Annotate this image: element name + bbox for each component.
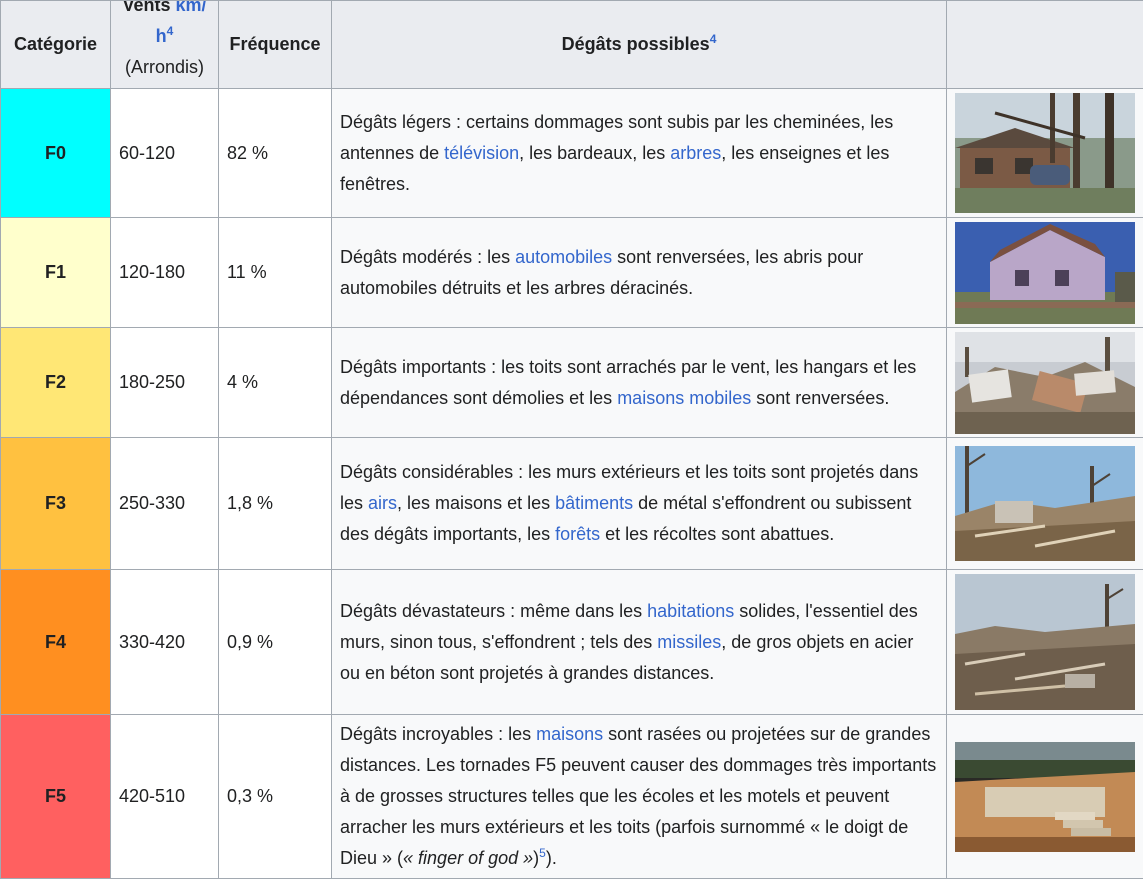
table-row: F4 330-420 0,9 % Dégâts dévastateurs : m… [0, 569, 1143, 715]
damage-photo-f0[interactable] [955, 93, 1135, 213]
frequency-cell: 4 % [218, 327, 332, 438]
image-cell [946, 88, 1143, 218]
link-airs[interactable]: airs [368, 493, 397, 513]
desc-text: Dégâts dévastateurs : même dans les [340, 600, 648, 621]
image-cell [946, 217, 1143, 328]
table-row: F5 420-510 0,3 % Dégâts incroyables : le… [0, 714, 1143, 879]
link-forets[interactable]: forêts [555, 524, 600, 544]
damage-photo-f5[interactable] [955, 741, 1135, 852]
category-cell-f1: F1 [0, 217, 111, 328]
link-habitations[interactable]: habitations [647, 601, 734, 621]
damage-description: Dégâts importants : les toits sont arrac… [331, 327, 947, 438]
category-cell-f2: F2 [0, 327, 111, 438]
link-automobiles[interactable]: automobiles [515, 247, 612, 267]
winds-note-ref[interactable]: 4 [167, 24, 174, 38]
image-cell [946, 327, 1143, 438]
header-damage[interactable]: Dégâts possibles4 [331, 0, 947, 89]
image-cell [946, 714, 1143, 879]
fujita-scale-table: Catégorie Vents km/ h4 (Arrondis) Fréque… [0, 0, 1143, 879]
damage-description: Dégâts dévastateurs : même dans les habi… [331, 569, 947, 715]
desc-text: , les maisons et les [397, 493, 556, 513]
image-cell [946, 569, 1143, 715]
header-image [946, 0, 1143, 89]
category-cell-f0: F0 [0, 88, 111, 218]
winds-rounded-label: (Arrondis) [124, 57, 204, 77]
damage-description: Dégâts incroyables : les maisons sont ra… [331, 714, 947, 879]
link-batiments[interactable]: bâtiments [555, 493, 633, 513]
desc-text: sont rasées ou projetées sur de grandes … [340, 724, 937, 868]
damage-note-ref[interactable]: 4 [710, 32, 717, 46]
link-maisons[interactable]: maisons [536, 724, 603, 744]
damage-description: Dégâts légers : certains dommages sont s… [331, 88, 947, 218]
link-maisons-mobiles[interactable]: maisons mobiles [617, 388, 751, 408]
damage-photo-f4[interactable] [955, 574, 1135, 710]
frequency-cell: 11 % [218, 217, 332, 328]
frequency-cell: 1,8 % [218, 437, 332, 570]
winds-cell: 330-420 [110, 569, 219, 715]
category-cell-f4: F4 [0, 569, 111, 715]
desc-italic: « finger of god » [403, 848, 534, 868]
desc-text: Dégâts incroyables : les [340, 724, 537, 744]
winds-unit-link[interactable]: km/ [176, 2, 207, 16]
header-category[interactable]: Catégorie [0, 0, 111, 89]
header-row: Catégorie Vents km/ h4 (Arrondis) Fréque… [0, 0, 1143, 89]
winds-cell: 420-510 [110, 714, 219, 879]
desc-text: et les récoltes sont abattues. [600, 524, 835, 544]
link-arbres[interactable]: arbres [670, 143, 721, 163]
link-missiles[interactable]: missiles [657, 632, 721, 652]
desc-text: sont renversées. [751, 387, 890, 408]
desc-text: Dégâts modérés : les [340, 246, 516, 267]
table-row: F2 180-250 4 % Dégâts importants : les t… [0, 327, 1143, 438]
winds-unit-link-2[interactable]: h [156, 26, 167, 46]
frequency-cell: 0,9 % [218, 569, 332, 715]
winds-cell: 250-330 [110, 437, 219, 570]
damage-description: Dégâts considérables : les murs extérieu… [331, 437, 947, 570]
category-cell-f3: F3 [0, 437, 111, 570]
winds-cell: 60-120 [110, 88, 219, 218]
link-television[interactable]: télévision [444, 143, 519, 163]
table-row: F0 60-120 82 % Dégâts légers : certains … [0, 88, 1143, 218]
desc-text: ). [545, 848, 557, 868]
frequency-cell: 0,3 % [218, 714, 332, 879]
note-ref-5[interactable]: 5 [539, 846, 546, 860]
category-cell-f5: F5 [0, 714, 111, 879]
damage-description: Dégâts modérés : les automobiles sont re… [331, 217, 947, 328]
winds-cell: 120-180 [110, 217, 219, 328]
header-frequency[interactable]: Fréquence [218, 0, 332, 89]
winds-cell: 180-250 [110, 327, 219, 438]
frequency-cell: 82 % [218, 88, 332, 218]
header-winds[interactable]: Vents km/ h4 (Arrondis) [110, 0, 219, 89]
damage-photo-f2[interactable] [955, 331, 1135, 434]
damage-label: Dégâts possibles [561, 34, 710, 54]
image-cell [946, 437, 1143, 570]
desc-text: , les bardeaux, les [519, 142, 671, 163]
damage-photo-f3[interactable] [955, 446, 1135, 561]
table-row: F3 250-330 1,8 % Dégâts considérables : … [0, 437, 1143, 570]
table-row: F1 120-180 11 % Dégâts modérés : les aut… [0, 217, 1143, 328]
damage-photo-f1[interactable] [955, 221, 1135, 324]
winds-label: Vents [122, 0, 171, 16]
